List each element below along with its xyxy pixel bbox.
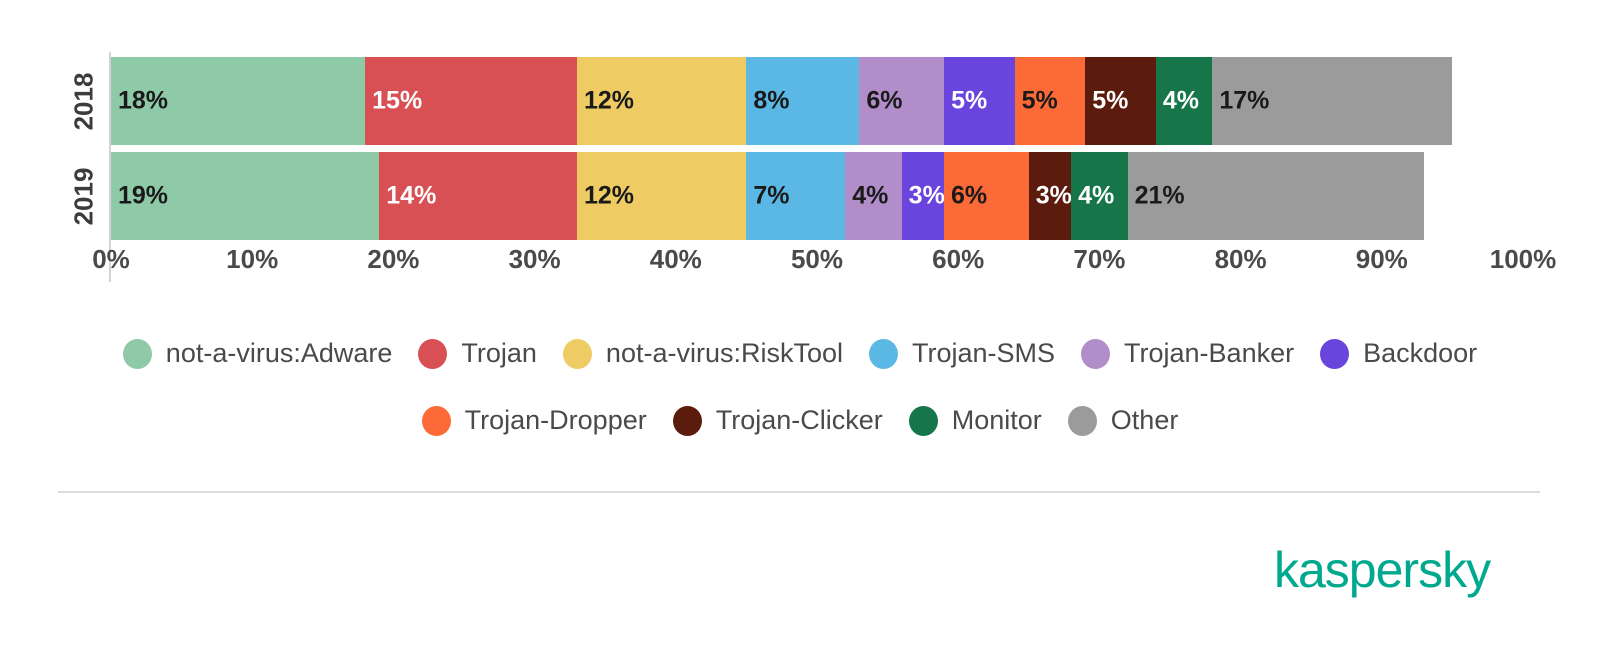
bar-segment: 5% [944,57,1015,145]
legend-label: not-a-virus:Adware [165,338,393,368]
x-axis-tick-40: 40% [649,244,702,274]
bar-segment-value: 6% [866,86,903,115]
legend-label: Backdoor [1363,338,1478,368]
y-axis-category-labels: 2018 2019 [62,57,106,240]
bar-segment: 5% [1014,57,1086,145]
bar-segment-value: 14% [386,181,437,210]
y-axis-label-2018: 2018 [62,57,106,145]
x-axis-tick-10: 10% [226,244,279,274]
x-axis-tick-70: 70% [1073,244,1126,274]
bar-segment: 4% [1071,152,1128,240]
bar-segment: 5% [1085,57,1156,145]
legend-item-trojan-sms[interactable]: Trojan-SMS [869,338,1055,369]
x-axis-tick-labels: 0% 10% 20% 30% 40% 50% 60% 70% 80% 90% 100% [0,246,1600,286]
legend-item-monitor[interactable]: Monitor [908,405,1042,436]
bar-segment: 12% [576,152,747,240]
legend-swatch-icon [672,405,702,436]
legend-item-not-a-virus-adware[interactable]: not-a-virus:Adware [122,338,393,369]
bar-segment-value: 3% [908,181,945,210]
stacked-bar-2018: 18% 15% 12% 8% 6% 5% 5% 5% 4% 17% [111,57,1523,145]
bar-segment-value: 4% [1078,181,1115,210]
bar-segment: 6% [944,152,1029,240]
bar-segment-value: 5% [1021,86,1058,115]
y-axis-label-2019-text: 2019 [68,167,99,225]
legend-swatch-icon [1081,338,1111,369]
bar-segment-value: 12% [583,86,634,115]
bar-segment: 18% [111,57,366,145]
bar-segment-value: 3% [1035,181,1072,210]
bar-segment-value: 5% [1092,86,1129,115]
x-axis-tick-100: 100% [1489,244,1557,274]
brand-wordmark: kaspersky [1274,547,1491,598]
bar-segment-value: 6% [951,181,988,210]
legend-swatch-icon [562,338,592,369]
bar-segment-value: 15% [372,86,423,115]
bar-segment: 3% [901,152,945,240]
legend-item-trojan-clicker[interactable]: Trojan-Clicker [672,405,883,436]
bar-segment-value: 12% [583,181,634,210]
legend-swatch-icon [869,338,898,369]
legend-label: Trojan [461,338,537,368]
bar-segment: 7% [746,152,846,240]
plot-area: 18% 15% 12% 8% 6% 5% 5% 5% 4% 17% 19% 14% 12% 7% 4% 3%… [111,57,1523,240]
legend-item-backdoor[interactable]: Backdoor [1320,338,1477,369]
bar-segment-value: 5% [951,86,988,115]
legend-swatch-icon [1067,405,1097,436]
chart-container: 2018 2019 18% 15% 12% 8% 6% 5% 5% 5% 4% 17% 19% 14… [0,0,1600,300]
legend-item-trojan-dropper[interactable]: Trojan-Dropper [421,405,647,436]
x-axis-tick-30: 30% [508,244,561,274]
x-axis-tick-90: 90% [1355,244,1408,274]
bar-segment: 14% [379,152,577,240]
bar-segment: 12% [576,57,747,145]
x-axis-tick-80: 80% [1214,244,1267,274]
bar-segment-value: 8% [753,86,790,115]
x-axis-tick-50: 50% [790,244,844,274]
x-axis-tick-0: 0% [92,244,130,274]
footer-divider [58,491,1540,493]
x-axis-tick-20: 20% [367,244,420,274]
bar-segment-value: 4% [1162,86,1199,115]
bar-segment: 8% [746,57,860,145]
x-axis-tick-60: 60% [932,244,985,274]
bar-segment: 4% [1155,57,1213,145]
legend-item-other[interactable]: Other [1067,405,1179,436]
legend-label: Other [1110,405,1179,435]
bar-segment: 15% [365,57,577,145]
legend-label: Monitor [951,405,1042,435]
legend-item-trojan-banker[interactable]: Trojan-Banker [1081,338,1294,369]
y-axis-label-2018-text: 2018 [68,72,99,130]
legend-row: not-a-virus:Adware Trojan not-a-virus:Risk… [0,320,1600,387]
bar-segment: 3% [1028,152,1072,240]
bar-segment-value: 19% [118,181,169,210]
bar-segment: 6% [859,57,945,145]
bar-segment-value: 17% [1219,86,1270,115]
legend-swatch-icon [122,338,152,369]
y-axis-label-2019: 2019 [62,152,106,240]
chart-legend: not-a-virus:Adware Trojan not-a-virus:Risk… [0,320,1600,454]
legend-swatch-icon [418,338,448,369]
legend-label: Trojan-SMS [912,338,1056,368]
bar-segment: 4% [845,152,902,240]
legend-label: Trojan-Dropper [464,405,647,435]
bar-segment-value: 18% [118,86,169,115]
legend-swatch-icon [1320,338,1350,369]
legend-swatch-icon [421,405,451,436]
bar-segment: 19% [111,152,380,240]
legend-label: not-a-virus:RiskTool [605,338,843,368]
bar-segment-value: 7% [753,181,790,210]
bar-segment-value: 4% [852,181,889,210]
bar-segment: 17% [1212,57,1453,145]
stacked-bar-2019: 19% 14% 12% 7% 4% 3% 6% 3% 4% 21% [111,152,1523,240]
legend-label: Trojan-Banker [1124,338,1295,368]
legend-item-not-a-virus-risktool[interactable]: not-a-virus:RiskTool [562,338,843,369]
legend-swatch-icon [908,405,938,436]
bar-segment-value: 21% [1134,181,1185,210]
legend-label: Trojan-Clicker [715,405,883,435]
bar-segment: 21% [1127,152,1425,240]
legend-item-trojan[interactable]: Trojan [418,338,537,369]
kaspersky-logo: kaspersky [1274,538,1532,608]
legend-row: Trojan-Dropper Trojan-Clicker Monitor Other [0,387,1600,454]
